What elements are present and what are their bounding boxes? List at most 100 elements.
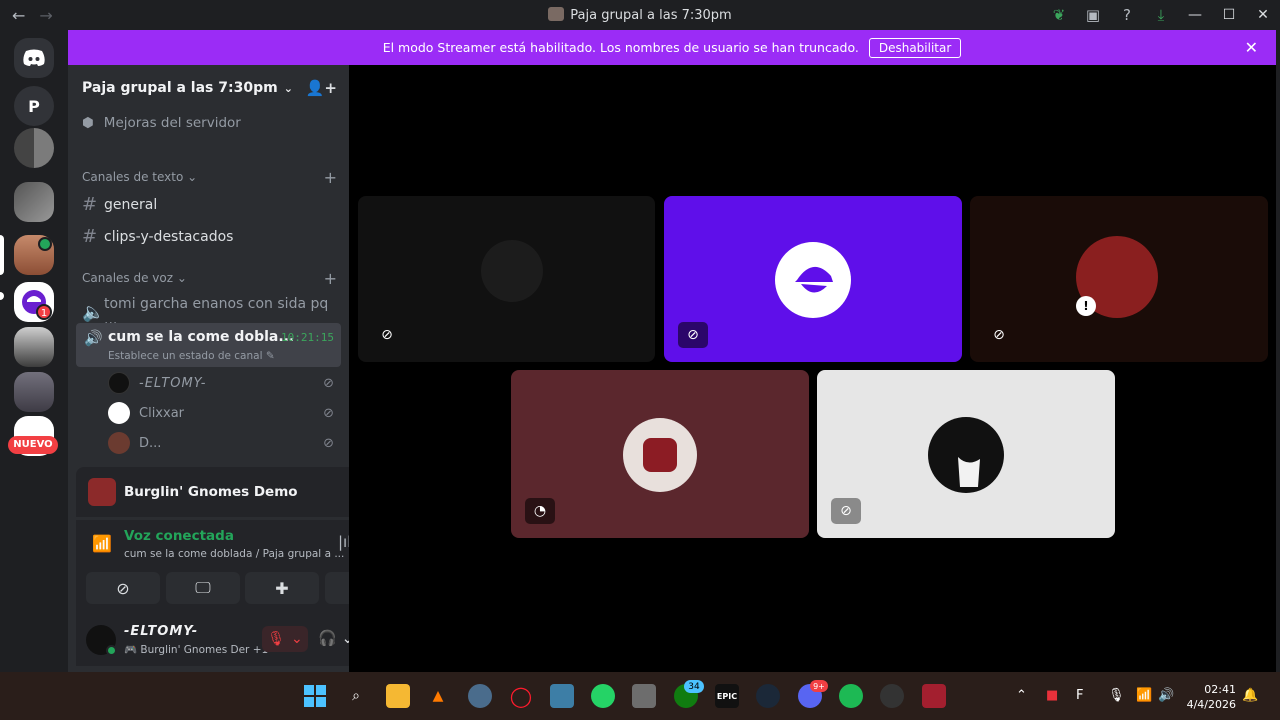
channel-label: general bbox=[104, 196, 158, 213]
voice-channel-active[interactable]: 🔊 cum se la come dobla... 10:21:15 Estab… bbox=[76, 323, 341, 367]
voice-user[interactable]: Clixxar ⊘ bbox=[108, 402, 334, 424]
minimize-button[interactable]: — bbox=[1178, 7, 1212, 23]
vlc-icon[interactable]: ▲ bbox=[426, 684, 450, 708]
font-app-icon[interactable]: F bbox=[1076, 688, 1083, 703]
participant-avatar bbox=[928, 417, 1004, 493]
wifi-icon[interactable]: 📶 bbox=[1136, 688, 1152, 703]
channel-general[interactable]: # general bbox=[82, 194, 340, 215]
channel-status[interactable]: Establece un estado de canal ✎ bbox=[108, 350, 275, 362]
server-header[interactable]: Paja grupal a las 7:30pm ⌄ 👤+ bbox=[68, 65, 349, 111]
server-boost-item[interactable]: ⬢ Mejoras del servidor bbox=[82, 115, 241, 131]
participant-tile[interactable]: ⊘ bbox=[817, 370, 1115, 538]
server-list: P 1 NUEVO bbox=[0, 30, 68, 672]
new-badge[interactable]: NUEVO bbox=[8, 436, 58, 454]
chevron-down-icon: ⌄ bbox=[176, 271, 187, 285]
channel-clips[interactable]: # clips-y-destacados bbox=[82, 226, 340, 247]
server-icon-7[interactable] bbox=[14, 327, 54, 367]
speaker-icon: 🔊 bbox=[84, 329, 103, 347]
server-icon-3[interactable] bbox=[14, 128, 54, 168]
chevron-down-icon[interactable]: ⌄ bbox=[291, 631, 303, 647]
channel-sidebar: Paja grupal a las 7:30pm ⌄ 👤+ ⬢ Mejoras … bbox=[68, 65, 408, 672]
windows-start-icon[interactable] bbox=[303, 684, 327, 708]
xbox-badge: 34 bbox=[684, 680, 704, 693]
username: Clixxar bbox=[139, 405, 184, 421]
app-icon[interactable] bbox=[550, 684, 574, 708]
invite-people-icon[interactable]: 👤+ bbox=[306, 79, 337, 97]
opera-icon[interactable]: ◯ bbox=[509, 684, 533, 708]
camera-off-button[interactable]: ⊘ bbox=[86, 572, 160, 604]
search-icon[interactable]: ⌕ bbox=[344, 684, 368, 708]
hash-icon: # bbox=[82, 226, 98, 247]
close-window-button[interactable]: ✕ bbox=[1246, 7, 1280, 23]
steam-icon[interactable] bbox=[756, 684, 780, 708]
windows-taskbar: ⌕ ▲ ◯ 34 EPIC 9+ ⌃ ■ F 🎙 📶 🔊 02:41 4/4/2… bbox=[0, 672, 1280, 720]
download-icon[interactable]: ⤓ bbox=[1144, 6, 1178, 24]
muted-mic-icon: ⊘ bbox=[678, 322, 708, 348]
warning-icon: ! bbox=[1076, 296, 1096, 316]
avatar bbox=[108, 432, 130, 454]
participant-tile[interactable]: ⊘ bbox=[358, 196, 655, 362]
settings-app-icon[interactable] bbox=[468, 684, 492, 708]
participant-avatar bbox=[623, 418, 697, 492]
game-name: Burglin' Gnomes Demo bbox=[124, 484, 298, 500]
voice-user[interactable]: D... ⊘ bbox=[108, 432, 334, 454]
user-name[interactable]: -ELTOMY- bbox=[124, 624, 198, 639]
muted-mic-icon: ⊘ bbox=[993, 327, 1005, 343]
voice-user[interactable]: -ELTOMY- ⊘ bbox=[108, 372, 334, 394]
voice-indicator-icon bbox=[38, 237, 52, 251]
volume-icon[interactable]: 🔊 bbox=[1158, 688, 1174, 703]
obs-icon[interactable] bbox=[880, 684, 904, 708]
server-name: Paja grupal a las 7:30pm bbox=[82, 80, 278, 96]
voice-location[interactable]: cum se la come doblada / Paja grupal a .… bbox=[124, 548, 344, 560]
game-app-icon[interactable] bbox=[922, 684, 946, 708]
activities-button[interactable]: ✚ bbox=[245, 572, 319, 604]
whatsapp-icon[interactable] bbox=[591, 684, 615, 708]
share-screen-button[interactable]: 🖵 bbox=[166, 572, 240, 604]
voice-channels-category[interactable]: Canales de voz ⌄ + bbox=[82, 269, 337, 288]
mic-muted-icon: 🎙 bbox=[267, 631, 286, 647]
voice-status[interactable]: Voz conectada bbox=[124, 528, 234, 544]
server-p[interactable]: P bbox=[14, 86, 54, 126]
boost-label: Mejoras del servidor bbox=[103, 115, 241, 131]
server-icon-4[interactable] bbox=[14, 182, 54, 222]
spotify-icon[interactable] bbox=[839, 684, 863, 708]
server-thumbnail-icon bbox=[548, 7, 565, 21]
user-activity: 🎮 Burglin' Gnomes Der +1 bbox=[124, 644, 269, 656]
amd-icon[interactable]: ■ bbox=[1046, 688, 1058, 703]
nitro-leaf-icon[interactable]: ❦ bbox=[1042, 6, 1076, 24]
game-icon bbox=[88, 478, 116, 506]
notifications-icon[interactable]: 🔔 bbox=[1242, 688, 1258, 703]
chevron-up-icon[interactable]: ⌃ bbox=[1016, 688, 1027, 703]
channel-label: cum se la come dobla... bbox=[108, 329, 295, 345]
microphone-icon[interactable]: 🎙 bbox=[1108, 688, 1125, 703]
discord-badge: 9+ bbox=[810, 680, 828, 692]
participant-avatar bbox=[481, 240, 543, 302]
chevron-down-icon: ⌄ bbox=[283, 81, 293, 95]
inbox-icon[interactable]: ▣ bbox=[1076, 6, 1110, 24]
participant-tile[interactable]: ! ⊘ bbox=[970, 196, 1268, 362]
epic-games-icon[interactable]: EPIC bbox=[715, 684, 739, 708]
system-clock[interactable]: 02:41 4/4/2026 bbox=[1187, 682, 1236, 712]
text-channels-category[interactable]: Canales de texto ⌄ + bbox=[82, 168, 337, 187]
participant-tile[interactable]: ◔ bbox=[511, 370, 809, 538]
online-status-icon bbox=[106, 645, 117, 656]
signal-icon[interactable]: 📶 bbox=[92, 534, 112, 553]
server-icon-8[interactable] bbox=[14, 372, 54, 412]
title-bar: ← → Paja grupal a las 7:30pm ❦ ▣ ? ⤓ — ☐… bbox=[0, 0, 1280, 30]
app-icon[interactable] bbox=[632, 684, 656, 708]
muted-mic-icon: ⊘ bbox=[323, 435, 334, 451]
disable-streamer-button[interactable]: Deshabilitar bbox=[868, 37, 962, 58]
add-channel-icon[interactable]: + bbox=[324, 269, 337, 288]
close-banner-icon[interactable]: ✕ bbox=[1245, 38, 1258, 57]
muted-mic-icon: ⊘ bbox=[381, 327, 393, 343]
mute-mic-button[interactable]: 🎙 ⌄ bbox=[262, 626, 308, 652]
add-channel-icon[interactable]: + bbox=[324, 168, 337, 187]
category-label: Canales de texto bbox=[82, 170, 184, 184]
user-activity-text: Burglin' Gnomes Der +1 bbox=[140, 644, 269, 656]
maximize-button[interactable]: ☐ bbox=[1212, 7, 1246, 23]
help-icon[interactable]: ? bbox=[1110, 6, 1144, 24]
file-explorer-icon[interactable] bbox=[386, 684, 410, 708]
streamer-mode-banner: El modo Streamer está habilitado. Los no… bbox=[68, 30, 1276, 65]
discord-home-icon[interactable] bbox=[14, 38, 54, 78]
participant-tile-speaking[interactable]: ⊘ bbox=[664, 196, 962, 362]
